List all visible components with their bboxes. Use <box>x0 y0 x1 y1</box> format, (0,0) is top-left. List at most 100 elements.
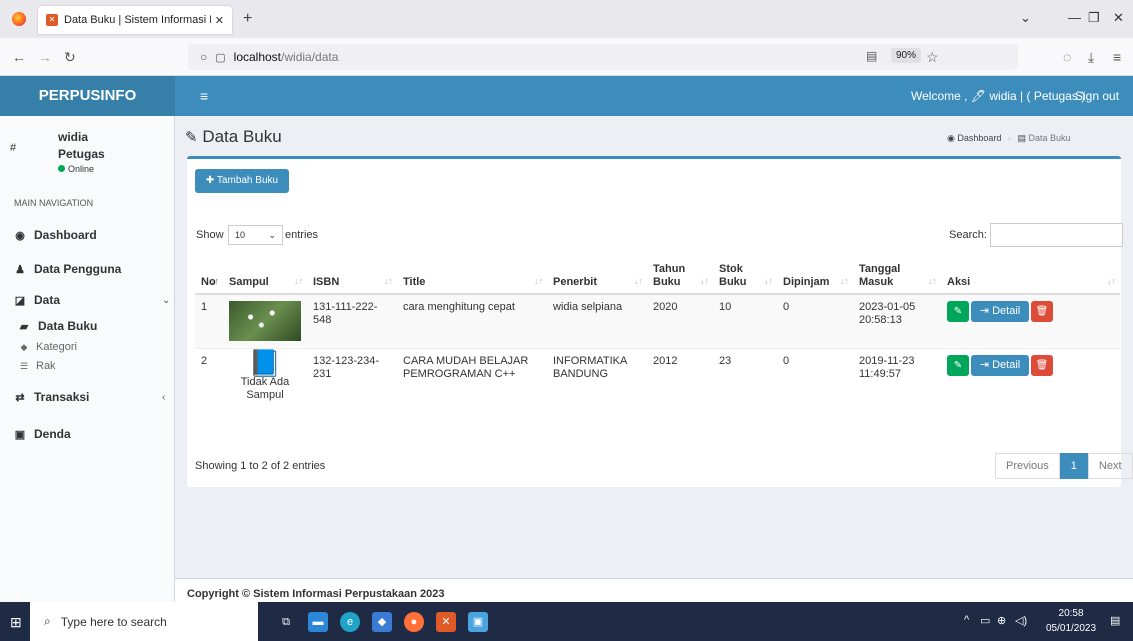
footer: Copyright © Sistem Informasi Perpustakaa… <box>175 578 1133 602</box>
edit-button[interactable]: ✎ <box>947 354 969 376</box>
user-icon: ♟ <box>15 263 25 276</box>
xampp-icon[interactable]: ✕ <box>436 612 456 632</box>
download-icon[interactable]: ⤓ <box>1088 49 1094 66</box>
user-name: widia <box>58 130 89 144</box>
sidebar-item-dashboard[interactable]: ◉ Dashboard <box>14 228 97 242</box>
back-icon[interactable]: ← <box>12 49 26 65</box>
dashboard-icon: ◉ <box>947 133 955 143</box>
col-tanggal[interactable]: Tanggal Masuk ↓↑ <box>853 259 941 295</box>
col-penerbit[interactable]: Penerbit ↓↑ <box>547 259 647 295</box>
user-role: Petugas <box>58 147 105 161</box>
cell-sampul: 📘 Tidak Ada Sampul <box>223 347 307 432</box>
sidebar-item-data[interactable]: ◪ Data <box>14 293 60 307</box>
online-dot-icon <box>58 165 65 172</box>
zoom-level[interactable]: 90% <box>891 48 922 63</box>
window-close-icon[interactable]: ✕ <box>1113 10 1124 26</box>
task-view-icon[interactable]: ⧉ <box>276 612 296 632</box>
sidebar-item-pengguna[interactable]: ♟ Data Pengguna <box>14 262 121 276</box>
detail-button[interactable]: ⇥ Detail <box>971 354 1029 376</box>
notifications-icon[interactable]: ▤ <box>1110 614 1120 627</box>
edge-icon[interactable]: e <box>340 612 360 632</box>
sidebar-item-kategori[interactable]: ◆ Kategori <box>18 341 77 353</box>
taskbar-search[interactable]: ⌕ Type here to search <box>30 602 258 641</box>
chevron-left-icon[interactable]: ‹ <box>162 392 165 403</box>
browser-tab[interactable]: ✕ Data Buku | Sistem Informasi Pe ✕ <box>38 6 232 34</box>
search-input[interactable] <box>990 223 1123 247</box>
cell-penerbit: widia selpiana <box>547 293 647 348</box>
breadcrumb-dashboard[interactable]: Dashboard <box>957 133 1001 143</box>
delete-button[interactable]: 🗑 <box>1031 301 1053 322</box>
breadcrumb-current: Data Buku <box>1028 133 1071 143</box>
file-explorer-icon[interactable]: ▬ <box>308 612 328 632</box>
list-icon: ☰ <box>19 360 29 371</box>
main-content: ✎ Data Buku ◉ Dashboard › ▤ Data Buku ✚ … <box>175 116 1133 602</box>
network-icon[interactable]: ⊕ <box>997 614 1006 627</box>
sidebar-toggle-icon[interactable]: ≡ <box>200 88 208 104</box>
new-tab-icon[interactable]: + <box>243 10 252 28</box>
col-dipinjam[interactable]: Dipinjam ↓↑ <box>777 259 853 295</box>
restore-icon[interactable]: ❐ <box>1088 10 1100 26</box>
brand-logo[interactable]: PERPUSINFO <box>0 76 175 116</box>
taskbar-clock[interactable]: 20:58 05/01/2023 <box>1046 606 1096 636</box>
url-host: localhost <box>233 50 282 64</box>
firefox-taskbar-icon[interactable]: ● <box>404 612 424 632</box>
book-icon: 📘 <box>248 347 282 378</box>
store-icon[interactable]: ◆ <box>372 612 392 632</box>
tab-list-chevron-icon[interactable]: ⌄ <box>1020 10 1031 26</box>
detail-button[interactable]: ⇥ Detail <box>971 301 1029 322</box>
nav-header: MAIN NAVIGATION <box>14 198 94 208</box>
pager-next[interactable]: Next <box>1087 453 1133 479</box>
windows-start-icon[interactable]: ⊞ <box>10 614 22 631</box>
reload-icon[interactable]: ↻ <box>64 49 76 66</box>
sidebar-item-denda[interactable]: ▣ Denda <box>14 427 71 441</box>
minimize-icon[interactable]: — <box>1068 10 1081 25</box>
sign-out-link[interactable]: Sign out <box>1075 89 1119 103</box>
photos-icon[interactable]: ▣ <box>468 612 488 632</box>
col-isbn[interactable]: ISBN ↓↑ <box>307 259 397 295</box>
col-aksi[interactable]: Aksi ↓↑ <box>941 259 1120 295</box>
pocket-icon[interactable]: ◌ <box>1063 49 1071 65</box>
sign-in-icon: ⇥ <box>979 358 990 371</box>
delete-button[interactable]: 🗑 <box>1031 354 1053 376</box>
add-book-button[interactable]: ✚ Tambah Buku <box>195 169 289 193</box>
cell-aksi: ✎ ⇥ Detail 🗑 <box>941 293 1120 348</box>
table-info: Showing 1 to 2 of 2 entries <box>195 460 326 472</box>
bookmark-star-icon[interactable]: ☆ <box>926 49 939 66</box>
user-status: Online <box>58 164 94 174</box>
cell-title: cara menghitung cepat <box>397 293 547 348</box>
col-sampul[interactable]: Sampul ↓↑ <box>223 259 307 295</box>
url-path: /widia/data <box>281 50 339 64</box>
cell-no: 2 <box>195 347 223 432</box>
pager-previous[interactable]: Previous <box>995 453 1060 479</box>
volume-icon[interactable]: ◁) <box>1015 614 1027 627</box>
col-no[interactable]: No ↓↑ <box>195 259 223 295</box>
sidebar-item-data-buku[interactable]: ▰ Data Buku <box>18 319 98 333</box>
exchange-icon: ⇄ <box>15 391 25 404</box>
forward-icon[interactable]: → <box>38 49 52 65</box>
col-tahun[interactable]: Tahun Buku ↓↑ <box>647 259 713 295</box>
sidebar-item-rak[interactable]: ☰ Rak <box>18 360 56 372</box>
cell-tahun: 2012 <box>647 347 713 432</box>
no-cover-text: Tidak Ada Sampul <box>240 375 290 401</box>
sidebar: # widia Petugas Online MAIN NAVIGATION ◉… <box>0 116 175 602</box>
reader-view-icon[interactable]: ▤ <box>866 49 877 63</box>
book-cover-image <box>229 301 301 341</box>
col-title[interactable]: Title ↓↑ <box>397 259 547 295</box>
menu-icon[interactable]: ≡ <box>1113 49 1121 65</box>
edit-button[interactable]: ✎ <box>947 301 969 322</box>
tray-chevron-icon[interactable]: ^ <box>964 614 969 626</box>
cell-dipinjam: 0 <box>777 293 853 348</box>
user-avatar: # <box>10 142 17 154</box>
col-stok[interactable]: Stok Buku ↓↑ <box>713 259 777 295</box>
tab-close-icon[interactable]: ✕ <box>215 14 224 27</box>
cell-isbn: 131-111-222-548 <box>307 293 397 348</box>
site-favicon-icon: ✕ <box>46 14 58 26</box>
chevron-down-icon[interactable]: ⌄ <box>162 295 170 306</box>
page-title: ✎ Data Buku <box>185 127 282 146</box>
pager-page-1[interactable]: 1 <box>1059 453 1088 479</box>
search-label: Search: <box>949 229 987 241</box>
entries-select[interactable]: 10 ⌄ <box>228 225 283 245</box>
edit-icon: ✎ <box>185 129 198 146</box>
sidebar-item-transaksi[interactable]: ⇄ Transaksi <box>14 390 89 404</box>
book-icon: ▰ <box>19 320 29 333</box>
